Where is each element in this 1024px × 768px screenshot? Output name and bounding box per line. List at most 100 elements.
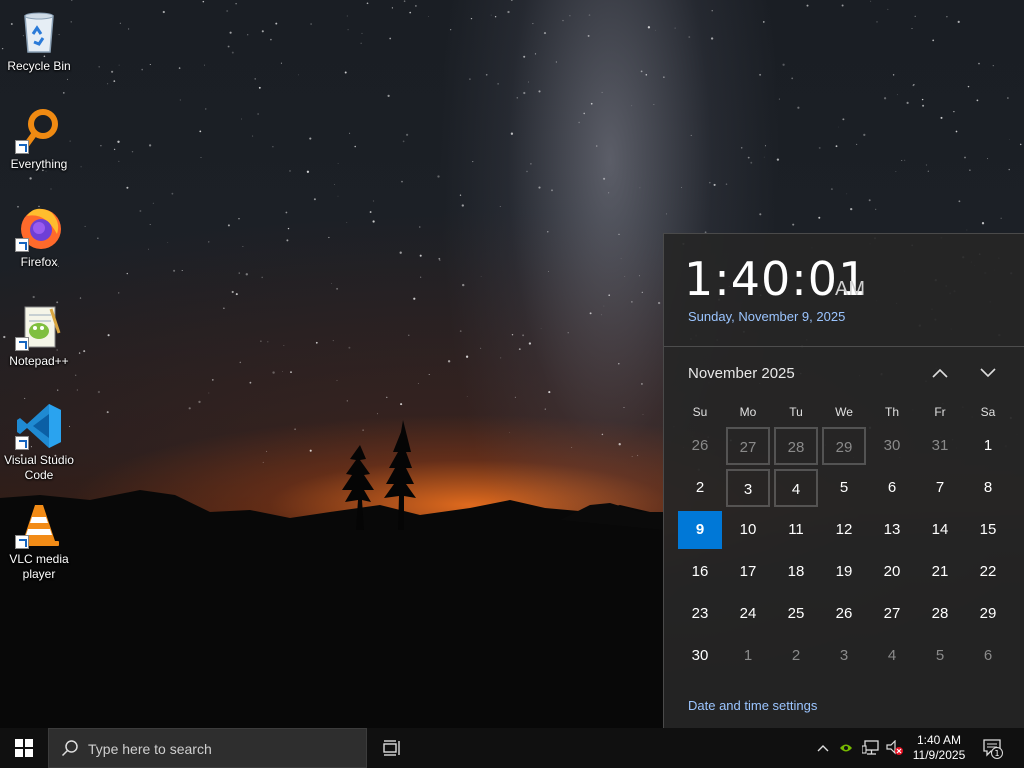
calendar-week-row: 23 24 25 26 27 28 29 xyxy=(676,593,1012,635)
calendar-day[interactable]: 22 xyxy=(966,553,1010,591)
calendar-day[interactable]: 29 xyxy=(966,595,1010,633)
calendar-day[interactable]: 30 xyxy=(870,427,914,465)
clock-ampm: AM xyxy=(835,278,865,300)
calendar-day[interactable]: 27 xyxy=(870,595,914,633)
nvidia-icon xyxy=(840,744,852,752)
calendar-day[interactable]: 28 xyxy=(774,427,818,465)
calendar-day[interactable]: 18 xyxy=(774,553,818,591)
calendar-day[interactable]: 7 xyxy=(918,469,962,507)
calendar-month-label[interactable]: November 2025 xyxy=(688,365,795,382)
calendar-day[interactable]: 3 xyxy=(822,637,866,675)
desktop-icon-label: Notepad++ xyxy=(9,354,69,368)
calendar-day[interactable]: 21 xyxy=(918,553,962,591)
calendar-day[interactable]: 5 xyxy=(918,637,962,675)
desktop-icon-everything[interactable]: Everything xyxy=(3,106,75,172)
calendar-day-today[interactable]: 9 xyxy=(678,511,722,549)
taskbar-clock[interactable]: 1:40 AM 11/9/2025 xyxy=(908,728,970,768)
date-time-settings-link[interactable]: Date and time settings xyxy=(688,698,817,713)
calendar-day[interactable]: 2 xyxy=(678,469,722,507)
desktop-icon-label: Firefox xyxy=(20,255,58,269)
taskbar: Type here to search 1:40 AM 11/9/2025 1 xyxy=(0,728,1024,768)
calendar-day[interactable]: 1 xyxy=(966,427,1010,465)
calendar-day[interactable]: 29 xyxy=(822,427,866,465)
volume-muted-icon xyxy=(886,740,903,755)
calendar-day[interactable]: 19 xyxy=(822,553,866,591)
clock-date-link[interactable]: Sunday, November 9, 2025 xyxy=(688,309,845,324)
calendar-day[interactable]: 6 xyxy=(870,469,914,507)
task-view-icon xyxy=(383,740,400,756)
windows-logo-icon xyxy=(15,739,33,757)
calendar-day[interactable]: 3 xyxy=(726,469,770,507)
notification-count-badge: 1 xyxy=(994,749,999,758)
desktop-icon-vscode[interactable]: Visual Studio Code xyxy=(3,402,75,483)
weekday-label: Th xyxy=(884,405,899,419)
weekday-label: Mo xyxy=(739,405,757,419)
chevron-up-icon xyxy=(932,368,948,378)
calendar-day[interactable]: 27 xyxy=(726,427,770,465)
calendar-day[interactable]: 14 xyxy=(918,511,962,549)
calendar-week-row: 30 1 2 3 4 5 6 xyxy=(676,635,1012,677)
nvidia-tray-button[interactable] xyxy=(836,728,856,768)
chevron-down-icon xyxy=(980,368,996,378)
calendar-day[interactable]: 26 xyxy=(822,595,866,633)
calendar-day[interactable]: 30 xyxy=(678,637,722,675)
calendar-day[interactable]: 25 xyxy=(774,595,818,633)
network-icon xyxy=(862,740,879,755)
start-button[interactable] xyxy=(0,728,48,768)
show-hidden-icons-button[interactable] xyxy=(813,728,833,768)
previous-month-button[interactable] xyxy=(924,359,956,387)
next-month-button[interactable] xyxy=(972,359,1004,387)
calendar-day[interactable]: 4 xyxy=(870,637,914,675)
calendar-week-row: 2 3 4 5 6 7 8 xyxy=(676,467,1012,509)
desktop-icon-vlc[interactable]: VLC media player xyxy=(3,501,75,582)
calendar-day[interactable]: 13 xyxy=(870,511,914,549)
desktop-icon-firefox[interactable]: Firefox xyxy=(3,204,75,270)
calendar-day[interactable]: 10 xyxy=(726,511,770,549)
calendar-day[interactable]: 15 xyxy=(966,511,1010,549)
recycle-bin-icon xyxy=(15,8,63,56)
calendar-day[interactable]: 5 xyxy=(822,469,866,507)
desktop-icon-recycle-bin[interactable]: Recycle Bin xyxy=(3,8,75,74)
calendar-day[interactable]: 2 xyxy=(774,637,818,675)
desktop-icon-label: VLC media player xyxy=(9,552,69,581)
clock-calendar-flyout: 1:40:01 AM Sunday, November 9, 2025 Nove… xyxy=(663,233,1024,729)
firefox-icon xyxy=(15,204,63,252)
notification-icon: 1 xyxy=(983,739,1003,759)
shortcut-arrow-icon xyxy=(15,337,29,351)
calendar-day[interactable]: 16 xyxy=(678,553,722,591)
shortcut-arrow-icon xyxy=(15,140,29,154)
taskbar-search-box[interactable]: Type here to search xyxy=(48,728,367,768)
calendar-day[interactable]: 23 xyxy=(678,595,722,633)
calendar-day[interactable]: 28 xyxy=(918,595,962,633)
shortcut-arrow-icon xyxy=(15,535,29,549)
calendar-grid: Su Mo Tu We Th Fr Sa 26 27 28 29 30 31 1… xyxy=(676,399,1012,677)
calendar-day[interactable]: 8 xyxy=(966,469,1010,507)
shortcut-arrow-icon xyxy=(15,238,29,252)
calendar-day[interactable]: 1 xyxy=(726,637,770,675)
everything-search-icon xyxy=(15,106,63,154)
weekday-label: Su xyxy=(692,405,708,419)
calendar-day[interactable]: 6 xyxy=(966,637,1010,675)
calendar-day[interactable]: 11 xyxy=(774,511,818,549)
calendar-day[interactable]: 17 xyxy=(726,553,770,591)
calendar-week-row: 16 17 18 19 20 21 22 xyxy=(676,551,1012,593)
weekday-label: Sa xyxy=(980,405,996,419)
weekday-label: Tu xyxy=(789,405,803,419)
calendar-day[interactable]: 20 xyxy=(870,553,914,591)
vlc-icon xyxy=(15,501,63,549)
desktop-icon-notepadpp[interactable]: Notepad++ xyxy=(3,303,75,369)
weekday-label: We xyxy=(835,405,853,419)
desktop-icon-label: Visual Studio Code xyxy=(4,453,74,482)
network-tray-button[interactable] xyxy=(860,728,882,768)
volume-tray-button[interactable] xyxy=(884,728,906,768)
action-center-button[interactable]: 1 xyxy=(980,728,1006,768)
calendar-day[interactable]: 26 xyxy=(678,427,722,465)
search-icon xyxy=(61,740,78,757)
vscode-icon xyxy=(15,402,63,450)
calendar-day[interactable]: 31 xyxy=(918,427,962,465)
task-view-button[interactable] xyxy=(372,728,412,768)
calendar-day[interactable]: 4 xyxy=(774,469,818,507)
calendar-day[interactable]: 12 xyxy=(822,511,866,549)
calendar-day[interactable]: 24 xyxy=(726,595,770,633)
chevron-up-icon xyxy=(817,745,829,752)
